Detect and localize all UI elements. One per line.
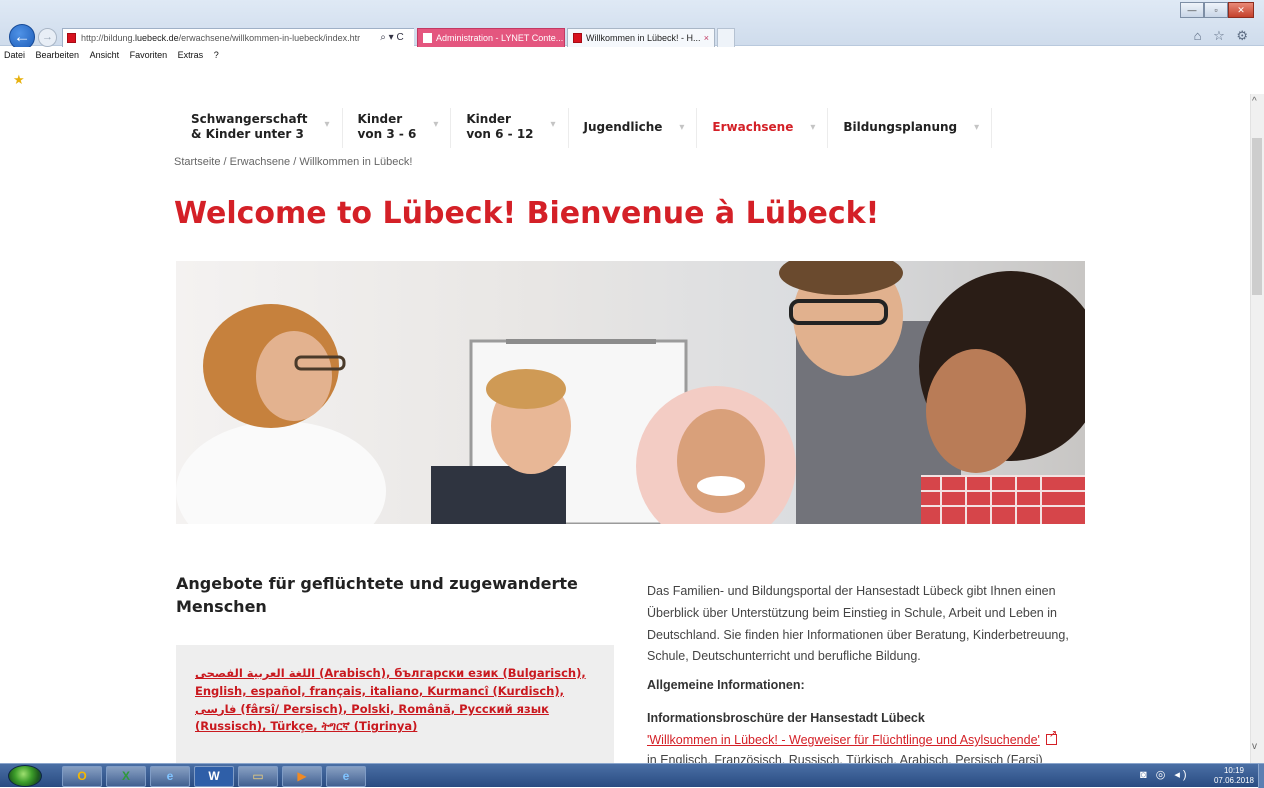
menu-datei[interactable]: Datei bbox=[4, 47, 25, 64]
section-heading: Angebote für geflüchtete und zugewandert… bbox=[176, 574, 578, 616]
add-favorite-star-icon[interactable]: ★ bbox=[13, 72, 25, 88]
clock[interactable]: 10:19 07.06.2018 bbox=[1214, 766, 1254, 786]
taskbar-media-player-icon[interactable]: ▶ bbox=[282, 766, 322, 787]
taskbar: O X e W ▭ ▶ e ◙ ◎ ◂) 10:19 07.06.2018 bbox=[0, 763, 1264, 788]
chevron-down-icon: ▾ bbox=[679, 122, 685, 133]
page-viewport: Schwangerschaft & Kinder unter 3 ▾ Kinde… bbox=[0, 94, 1250, 763]
language-links-box: اللغة العربية الفصحى (Arabisch), българс… bbox=[176, 645, 614, 763]
chevron-down-icon: ▾ bbox=[810, 122, 816, 133]
favorites-bar bbox=[0, 64, 1264, 94]
minimize-button[interactable]: — bbox=[1180, 2, 1204, 18]
url-domain: luebeck.de bbox=[135, 33, 179, 43]
breadcrumb[interactable]: Startseite / Erwachsene / Willkommen in … bbox=[174, 156, 412, 168]
nav-label-line1: Kinder bbox=[357, 112, 403, 126]
taskbar-excel-icon[interactable]: X bbox=[106, 766, 146, 787]
nav-jugendliche[interactable]: Jugendliche ▾ bbox=[569, 108, 698, 148]
clock-date: 07.06.2018 bbox=[1213, 776, 1254, 785]
window-controls: — ▫ ✕ bbox=[1180, 2, 1254, 18]
hero-photo bbox=[176, 261, 1085, 524]
chevron-down-icon: ▾ bbox=[324, 119, 330, 130]
nav-erwachsene[interactable]: Erwachsene ▾ bbox=[697, 108, 829, 148]
address-bar[interactable]: http://bildung.luebeck.de/erwachsene/wil… bbox=[62, 28, 414, 48]
clock-time: 10:19 bbox=[1223, 766, 1244, 775]
nav-label-line2: & Kinder unter 3 bbox=[191, 127, 304, 141]
tray-icons[interactable]: ◙ ◎ ◂) bbox=[1140, 768, 1190, 781]
forward-arrow-icon[interactable]: → bbox=[38, 28, 57, 47]
general-info-heading: Allgemeine Informationen: bbox=[647, 678, 805, 692]
menu-favoriten[interactable]: Favoriten bbox=[130, 47, 168, 64]
taskbar-internet-explorer-icon[interactable]: e bbox=[150, 766, 190, 787]
maximize-button[interactable]: ▫ bbox=[1204, 2, 1228, 18]
tab-title: Administration - LYNET Conte... bbox=[436, 33, 564, 43]
scroll-down-arrow-icon[interactable]: v bbox=[1252, 741, 1257, 752]
nav-bildungsplanung[interactable]: Bildungsplanung ▾ bbox=[828, 108, 993, 148]
system-tray: ◙ ◎ ◂) 10:19 07.06.2018 bbox=[1134, 764, 1264, 788]
taskbar-folder-icon[interactable]: ▭ bbox=[238, 766, 278, 787]
page-title: Welcome to Lübeck! Bienvenue à Lübeck! bbox=[174, 196, 880, 231]
brochure-languages: in Englisch, Französisch, Russisch, Türk… bbox=[647, 753, 1043, 763]
scroll-up-arrow-icon[interactable]: ^ bbox=[1252, 96, 1257, 107]
nav-label: Jugendliche bbox=[583, 120, 663, 134]
chevron-down-icon: ▾ bbox=[433, 119, 439, 130]
intro-text: Das Familien- und Bildungsportal der Han… bbox=[647, 584, 1069, 664]
scrollbar-thumb[interactable] bbox=[1252, 138, 1262, 295]
menu-extras[interactable]: Extras bbox=[178, 47, 204, 64]
chevron-down-icon: ▾ bbox=[550, 119, 556, 130]
tab-title: Willkommen in Lübeck! - H... bbox=[586, 33, 701, 43]
brochure-link-text[interactable]: 'Willkommen in Lübeck! - Wegweiser für F… bbox=[647, 733, 1040, 747]
tab-willkommen[interactable]: Willkommen in Lübeck! - H... × bbox=[567, 28, 715, 48]
nav-schwangerschaft[interactable]: Schwangerschaft & Kinder unter 3 ▾ bbox=[176, 108, 343, 148]
nav-kinder-6-12[interactable]: Kinder von 6 - 12 ▾ bbox=[451, 108, 569, 148]
taskbar-internet-explorer-icon[interactable]: e bbox=[326, 766, 366, 787]
brochure-heading: Informationsbroschüre der Hansestadt Lüb… bbox=[647, 711, 925, 725]
brochure-link[interactable]: 'Willkommen in Lübeck! - Wegweiser für F… bbox=[647, 729, 1057, 747]
nav-label: Bildungsplanung bbox=[843, 120, 958, 134]
hero-illustration bbox=[176, 261, 1085, 524]
nav-label-line1: Schwangerschaft bbox=[191, 112, 308, 126]
tab-administration[interactable]: Administration - LYNET Conte... bbox=[417, 28, 565, 48]
start-button[interactable] bbox=[8, 765, 42, 787]
url-path: /erwachsene/willkommen-in-luebeck/index.… bbox=[178, 33, 361, 43]
browser-toolbar: ← → http://bildung.luebeck.de/erwachsene… bbox=[0, 0, 1264, 50]
browser-chrome: ← → http://bildung.luebeck.de/erwachsene… bbox=[0, 0, 1264, 94]
nav-kinder-3-6[interactable]: Kinder von 3 - 6 ▾ bbox=[343, 108, 452, 148]
external-link-icon bbox=[1045, 729, 1057, 745]
show-desktop-button[interactable] bbox=[1258, 764, 1264, 788]
close-window-button[interactable]: ✕ bbox=[1228, 2, 1254, 18]
menu-help[interactable]: ? bbox=[214, 47, 219, 64]
menu-bar: Datei Bearbeiten Ansicht Favoriten Extra… bbox=[0, 47, 1264, 64]
home-favorites-tools-icons[interactable]: ⌂ ☆ ⚙ bbox=[1194, 28, 1252, 44]
tab-close-icon[interactable]: × bbox=[704, 29, 709, 47]
taskbar-word-icon[interactable]: W bbox=[194, 766, 234, 787]
language-links[interactable]: اللغة العربية الفصحى (Arabisch), българс… bbox=[195, 665, 598, 736]
url-prefix: http://bildung. bbox=[81, 33, 136, 43]
nav-label-line2: von 6 - 12 bbox=[466, 127, 534, 141]
nav-label: Erwachsene bbox=[712, 120, 794, 134]
menu-ansicht[interactable]: Ansicht bbox=[90, 47, 120, 64]
new-tab-button[interactable] bbox=[717, 28, 735, 48]
chevron-down-icon: ▾ bbox=[974, 122, 980, 133]
menu-bearbeiten[interactable]: Bearbeiten bbox=[36, 47, 80, 64]
site-navigation: Schwangerschaft & Kinder unter 3 ▾ Kinde… bbox=[176, 108, 993, 148]
nav-label-line1: Kinder bbox=[466, 112, 511, 126]
site-favicon-icon bbox=[67, 33, 76, 43]
address-search-refresh-buttons[interactable]: ⌕ ▾ C bbox=[370, 29, 414, 47]
tab-favicon-icon bbox=[423, 33, 432, 43]
tab-favicon-icon bbox=[573, 33, 582, 43]
taskbar-outlook-icon[interactable]: O bbox=[62, 766, 102, 787]
nav-label-line2: von 3 - 6 bbox=[357, 127, 417, 141]
